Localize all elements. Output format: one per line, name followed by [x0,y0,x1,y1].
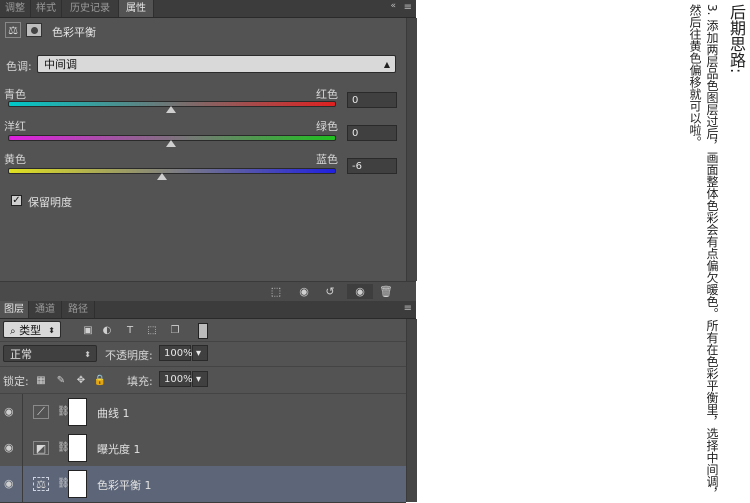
layer-row-exposure[interactable]: ◉ ◩ ⛓ 曝光度 1 [0,430,406,467]
layer-name[interactable]: 曲线 1 [97,405,130,421]
magenta-green-value-input[interactable]: 0 [347,125,397,141]
properties-scrollbar[interactable] [406,18,417,281]
properties-tabbar: 调整 样式 历史记录 属性 « ≡ [0,0,416,18]
filter-toggle[interactable] [198,323,208,339]
layer-mask-thumbnail[interactable] [68,398,87,426]
layer-filter-row: ⌕ 类型 ⬍ ▣ ◐ T ⬚ ❐ [0,319,406,342]
type-filter-icon[interactable]: T [123,323,137,337]
exposure-icon: ◩ [33,441,49,455]
slider-red-label: 红色 [316,88,338,101]
magenta-green-slider-thumb[interactable] [166,140,176,147]
shape-filter-icon[interactable]: ⬚ [145,323,159,337]
blend-mode-value: 正常 [10,348,32,361]
layer-name[interactable]: 色彩平衡 1 [97,477,152,493]
color-balance-icon: ⚖ [33,477,49,491]
tone-select-value: 中间调 [44,58,77,71]
slider-yellow-label: 黄色 [4,153,26,166]
lock-move-icon[interactable]: ✥ [74,373,88,387]
slider-cyan-label: 青色 [4,88,26,101]
blend-mode-select[interactable]: 正常 ⬍ [3,345,97,362]
clip-to-layer-icon[interactable]: ⬚ [266,284,286,299]
layer-row-curves[interactable]: ◉ ⟋ ⛓ 曲线 1 [0,394,406,431]
blend-row: 正常 ⬍ 不透明度: 100% ▾ [0,342,406,367]
tab-properties[interactable]: 属性 [119,0,154,17]
opacity-label: 不透明度: [105,349,153,362]
filter-kind-select[interactable]: ⌕ 类型 ⬍ [3,321,61,338]
tab-channels[interactable]: 通道 [29,301,62,318]
lock-paint-icon[interactable]: ✎ [54,373,68,387]
layers-tabbar: 图层 通道 路径 ≡ [0,301,416,319]
panel-collapse-icon[interactable]: « [390,1,396,11]
reset-icon[interactable]: ↺ [320,284,340,299]
layer-mask-thumbnail[interactable] [68,470,87,498]
preserve-luminosity-checkbox[interactable]: ✓ [11,195,22,206]
lock-all-icon[interactable]: 🔒 [93,373,107,387]
curves-icon: ⟋ [33,405,49,419]
tab-layers[interactable]: 图层 [0,301,29,318]
slider-blue-label: 蓝色 [316,153,338,166]
tone-label: 色调: [6,60,32,73]
slider-green-label: 绿色 [316,120,338,133]
layer-mask-thumbnail[interactable] [68,434,87,462]
layers-panel-menu-icon[interactable]: ≡ [404,303,412,315]
layer-name[interactable]: 曝光度 1 [97,441,141,457]
properties-bottom-bar: ⬚ ◉ ↺ ◉ 🗑 [0,281,416,301]
panel-menu-icon[interactable]: ≡ [404,2,412,14]
layers-scrollbar[interactable] [406,319,417,502]
fill-dropdown-icon[interactable]: ▾ [192,371,208,387]
fill-label: 填充: [127,375,153,388]
filter-kind-value: 类型 [19,324,42,337]
preserve-luminosity-label: 保留明度 [28,196,72,209]
eye-icon[interactable]: ◉ [4,442,18,454]
pixel-filter-icon[interactable]: ▣ [81,323,95,337]
updown-arrow-icon: ⬍ [48,326,55,335]
search-icon: ⌕ [10,326,16,337]
notes-line-1: 3. 添加两层品色图层过后，画面整体色彩会有点偏欠暖色。所有在色彩平衡里，选择中… [705,4,719,500]
tab-styles[interactable]: 样式 [31,0,62,17]
lock-transparent-icon[interactable]: ▦ [34,373,48,387]
cyan-red-slider-thumb[interactable] [166,106,176,113]
balance-icon: ⚖ [5,22,21,38]
tab-adjustments[interactable]: 调整 [0,0,31,17]
properties-title: 色彩平衡 [52,26,96,39]
yellow-blue-value-input[interactable]: -6 [347,158,397,174]
slider-magenta-label: 洋红 [4,120,26,133]
eye-icon[interactable]: ◉ [4,406,18,418]
photoshop-panels: 调整 样式 历史记录 属性 « ≡ ⚖ 色彩平衡 色调: 中间调 ▲ 青色 红色… [0,0,417,503]
trash-icon[interactable]: 🗑 [376,284,396,299]
lock-row: 锁定: ▦ ✎ ✥ 🔒 填充: 100% ▾ [0,367,406,394]
yellow-blue-slider-thumb[interactable] [157,173,167,180]
layer-row-color-balance[interactable]: ◉ ⚖ ⛓ 色彩平衡 1 [0,466,406,503]
cyan-red-value-input[interactable]: 0 [347,92,397,108]
visibility-icon[interactable]: ◉ [347,284,373,299]
lock-label: 锁定: [3,375,29,388]
view-previous-icon[interactable]: ◉ [294,284,314,299]
tab-history[interactable]: 历史记录 [62,0,119,17]
opacity-input[interactable]: 100% [159,345,193,361]
updown-arrow-icon: ⬍ [84,350,91,359]
updown-arrow-icon: ▲ [383,60,390,69]
yellow-blue-slider-track[interactable] [8,168,336,174]
smart-object-filter-icon[interactable]: ❐ [168,323,182,337]
fill-input[interactable]: 100% [159,371,193,387]
adjustment-filter-icon[interactable]: ◐ [100,323,114,337]
tone-select[interactable]: 中间调 ▲ [37,55,396,73]
notes-title: 后期思路: [727,4,746,74]
opacity-dropdown-icon[interactable]: ▾ [192,345,208,361]
mask-icon[interactable] [26,23,42,37]
tab-paths[interactable]: 路径 [62,301,95,318]
notes-line-2: 然后往黄色偏移就可以啦。 [688,4,702,148]
eye-icon[interactable]: ◉ [4,478,18,490]
